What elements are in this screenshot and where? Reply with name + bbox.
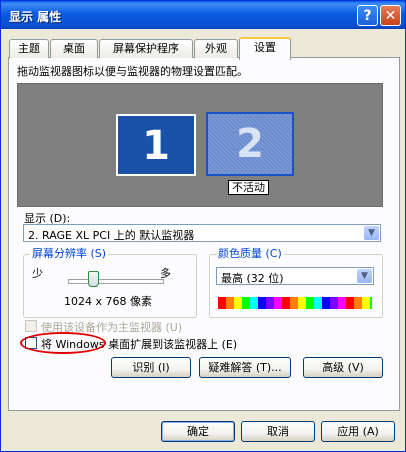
tab-themes[interactable]: 主题 xyxy=(9,39,49,58)
close-button[interactable]: ✕ xyxy=(380,5,401,26)
chevron-down-icon[interactable]: ▼ xyxy=(364,226,379,240)
monitor-2-status-label: 不活动 xyxy=(228,180,269,195)
tab-appearance[interactable]: 外观 xyxy=(194,39,238,58)
tab-settings[interactable]: 设置 xyxy=(239,37,291,60)
advanced-button[interactable]: 高级 (V) xyxy=(303,357,383,378)
color-quality-group-title: 颜色质量 (C) xyxy=(216,247,284,260)
display-properties-window: 显示 属性 ? ✕ 主题 桌面 屏幕保护程序 外观 设置 拖动监视器图标以便与监… xyxy=(0,0,406,452)
apply-button[interactable]: 应用 (A) xyxy=(321,421,395,442)
ok-button[interactable]: 确定 xyxy=(161,421,235,442)
monitor-1-icon[interactable]: 1 xyxy=(116,114,196,176)
primary-monitor-checkbox[interactable] xyxy=(25,320,37,332)
chevron-down-icon[interactable]: ▼ xyxy=(357,269,372,283)
help-button[interactable]: ? xyxy=(357,5,378,26)
color-quality-select[interactable]: 最高 (32 位) ▼ xyxy=(216,267,374,285)
display-select-value: 2. RAGE XL PCI 上的 默认监视器 xyxy=(28,229,195,242)
display-select[interactable]: 2. RAGE XL PCI 上的 默认监视器 ▼ xyxy=(23,224,381,242)
resolution-group-title: 屏幕分辨率 (S) xyxy=(30,247,109,260)
resolution-value: 1024 x 768 像素 xyxy=(64,295,152,308)
resolution-less-label: 少 xyxy=(32,267,43,280)
primary-monitor-label: 使用该设备作为主监视器 (U) xyxy=(41,321,183,334)
resolution-slider-thumb[interactable] xyxy=(88,271,99,287)
troubleshoot-button[interactable]: 疑难解答 (T)... xyxy=(199,357,291,378)
title-bar[interactable]: 显示 属性 ? ✕ xyxy=(1,1,405,29)
window-title: 显示 属性 xyxy=(9,10,62,24)
drag-instruction: 拖动监视器图标以便与监视器的物理设置匹配。 xyxy=(17,65,248,78)
color-spectrum-bar xyxy=(218,297,372,309)
monitor-arrangement-area: 1 2 不活动 xyxy=(17,83,383,207)
monitor-2-icon[interactable]: 2 xyxy=(206,112,294,176)
tab-desktop[interactable]: 桌面 xyxy=(50,39,98,58)
tab-screensaver[interactable]: 屏幕保护程序 xyxy=(99,39,193,58)
extend-desktop-checkbox[interactable] xyxy=(25,337,37,349)
color-quality-group: 颜色质量 (C) 最高 (32 位) ▼ xyxy=(209,248,383,318)
color-quality-value: 最高 (32 位) xyxy=(221,272,284,285)
identify-button[interactable]: 识别 (I) xyxy=(111,357,191,378)
cancel-button[interactable]: 取消 xyxy=(241,421,315,442)
resolution-slider-track[interactable] xyxy=(68,279,164,284)
resolution-group: 屏幕分辨率 (S) 少 多 1024 x 768 像素 xyxy=(23,248,197,318)
extend-desktop-label: 将 Windows 桌面扩展到该监视器上 (E) xyxy=(41,338,238,351)
